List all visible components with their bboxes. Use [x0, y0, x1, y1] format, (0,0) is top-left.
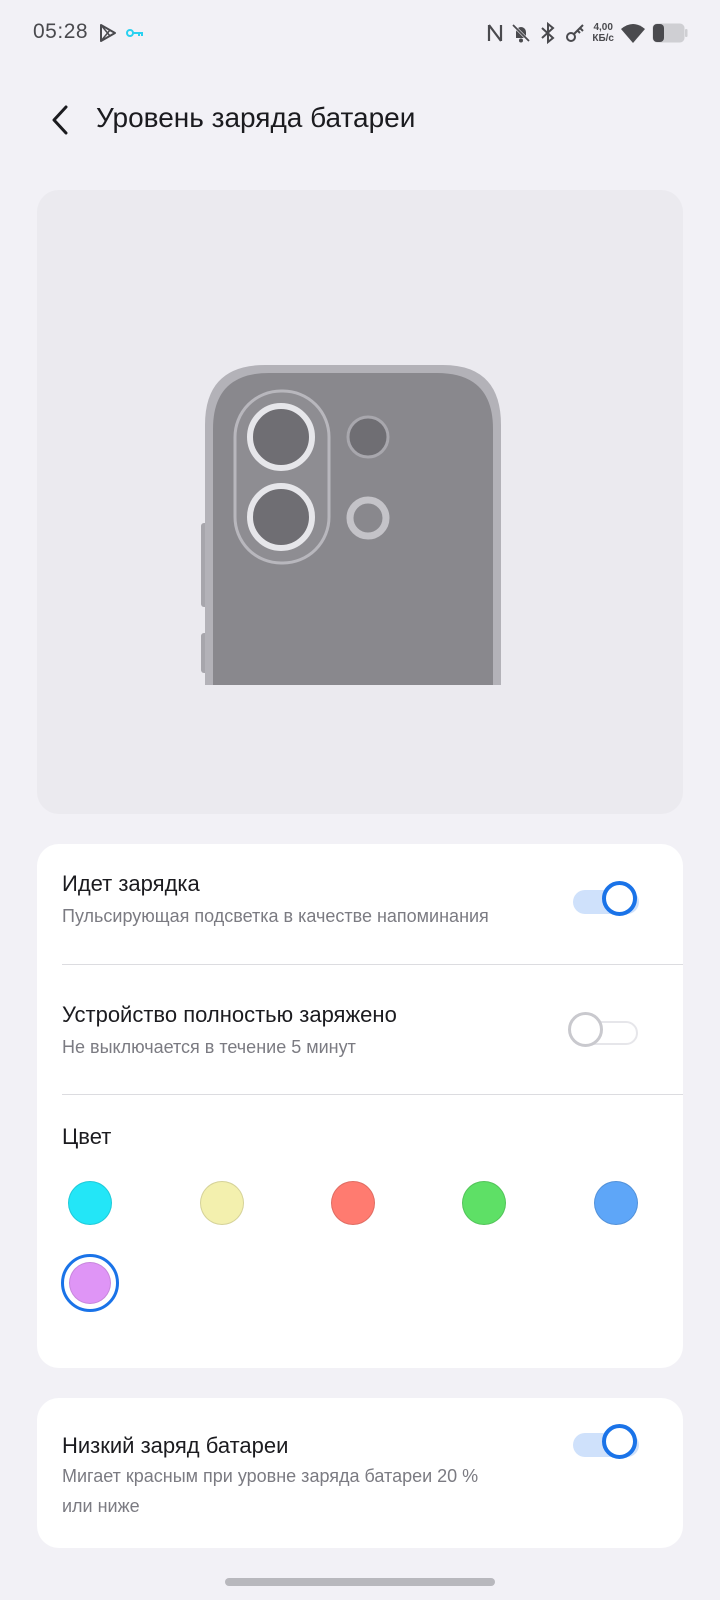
network-speed-unit: КБ/с	[592, 33, 614, 44]
color-swatch-blue[interactable]	[594, 1181, 638, 1225]
status-time: 05:28	[33, 20, 89, 43]
color-swatch-purple-selected[interactable]	[61, 1254, 119, 1312]
divider	[62, 1094, 683, 1095]
bluetooth-icon	[541, 21, 555, 45]
toggle-knob	[602, 881, 637, 916]
charging-row[interactable]: Идет зарядка Пульсирующая подсветка в ка…	[37, 844, 683, 974]
color-swatch-cyan[interactable]	[68, 1181, 112, 1225]
low-battery-card: Низкий заряд батареи Мигает красным при …	[37, 1398, 683, 1548]
top-app-bar: Уровень заряда батареи	[0, 86, 720, 152]
battery-icon	[652, 23, 688, 43]
color-swatch-red[interactable]	[331, 1181, 375, 1225]
low-battery-subtitle-line2: или ниже	[62, 1496, 140, 1516]
key-icon	[566, 24, 585, 42]
low-battery-toggle[interactable]	[569, 1422, 641, 1466]
fully-charged-row[interactable]: Устройство полностью заряжено Не выключа…	[37, 965, 683, 1095]
color-title: Цвет	[62, 1124, 112, 1149]
back-button[interactable]	[40, 100, 80, 140]
chevron-left-icon	[52, 105, 68, 135]
toggle-knob	[602, 1424, 637, 1459]
wifi-icon	[621, 24, 645, 43]
color-swatch-purple-fill	[69, 1262, 111, 1304]
led-settings-card: Идет зарядка Пульсирующая подсветка в ка…	[37, 844, 683, 1368]
page-title: Уровень заряда батареи	[96, 102, 416, 133]
status-icons: 4,00 КБ/с	[486, 18, 688, 48]
fully-charged-subtitle: Не выключается в течение 5 минут	[62, 1037, 356, 1057]
charging-title: Идет зарядка	[62, 871, 200, 896]
bell-muted-icon	[512, 23, 531, 43]
low-battery-subtitle-line1: Мигает красным при уровне заряда батареи…	[62, 1466, 479, 1486]
charging-toggle[interactable]	[569, 879, 641, 923]
toggle-knob	[568, 1012, 603, 1047]
charging-subtitle: Пульсирующая подсветка в качестве напоми…	[62, 906, 489, 926]
low-battery-row[interactable]: Низкий заряд батареи Мигает красным при …	[37, 1398, 683, 1548]
nfc-icon	[488, 24, 503, 42]
phone-back-illustration	[201, 365, 501, 685]
fully-charged-title: Устройство полностью заряжено	[62, 1002, 397, 1027]
network-speed-value: 4,00	[593, 22, 613, 33]
vpn-key-icon	[126, 29, 143, 37]
home-indicator[interactable]	[225, 1578, 495, 1586]
network-speed: 4,00 КБ/с	[592, 22, 614, 44]
color-swatch-yellow[interactable]	[200, 1181, 244, 1225]
low-battery-title: Низкий заряд батареи	[62, 1433, 289, 1458]
play-store-icon	[100, 24, 116, 42]
color-swatch-green[interactable]	[462, 1181, 506, 1225]
fully-charged-toggle[interactable]	[568, 1010, 640, 1054]
status-bar: 05:28 4,00 КБ/с	[0, 0, 720, 66]
led-preview-card	[37, 190, 683, 814]
